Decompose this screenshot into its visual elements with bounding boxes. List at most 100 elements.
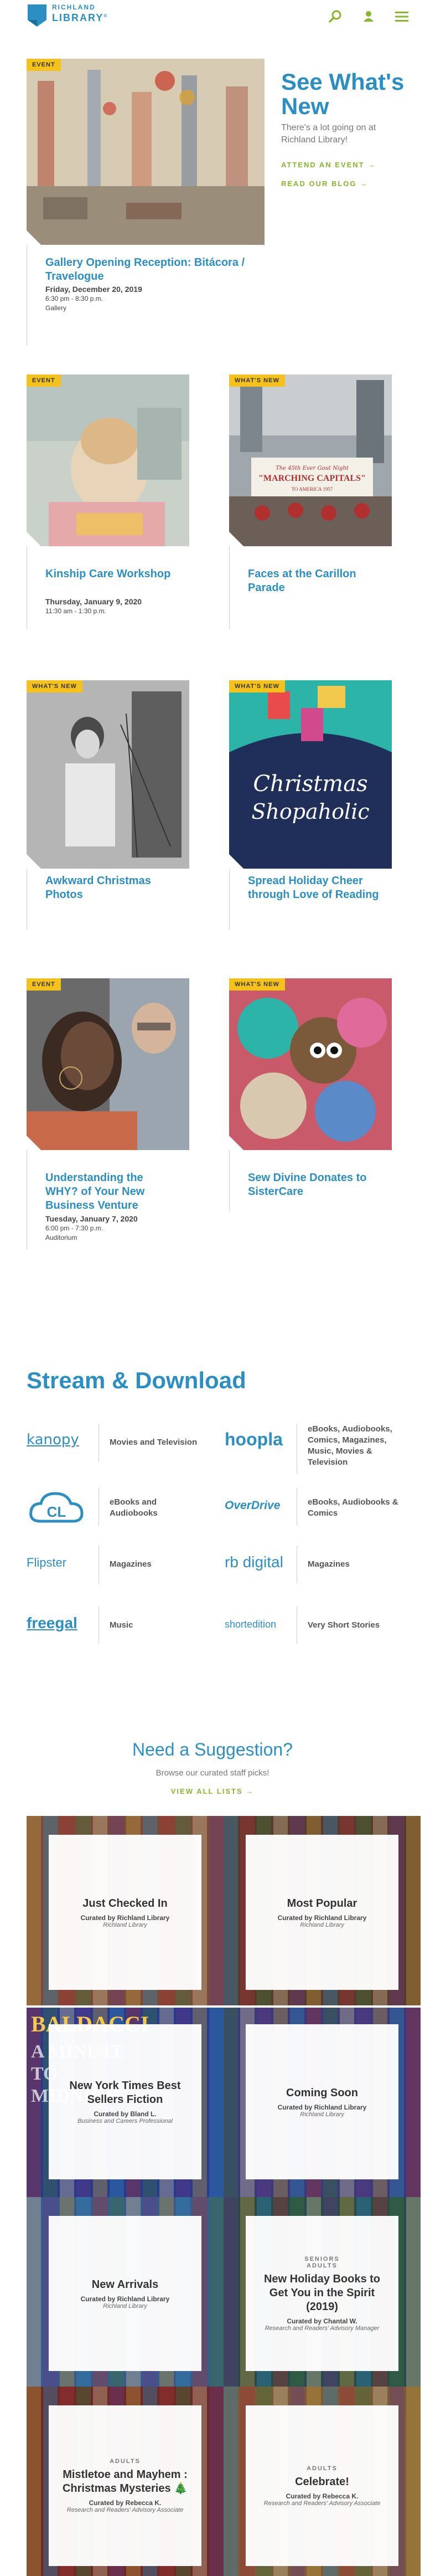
list-curator: Curated by Richland Library (80, 2295, 170, 2303)
logo-top-text: RICHLAND (52, 3, 96, 11)
card-notch (27, 532, 41, 546)
card-divider (229, 869, 230, 930)
list-info-card[interactable]: SENIORS ADULTS New Holiday Books to Get Yo… (246, 2216, 398, 2371)
staff-list-tile[interactable]: New Arrivals Curated by Richland Library R… (27, 2197, 224, 2387)
list-title[interactable]: New York Times Best Sellers Fiction (56, 2079, 194, 2107)
card-notch (229, 532, 243, 546)
section-subtitle-whats-new: There's a lot going on at Richland Libra… (281, 123, 376, 145)
card-location: Auditorium (45, 1234, 77, 1241)
list-info-card[interactable]: Coming Soon Curated by Richland Library Ri… (246, 2024, 398, 2179)
list-curator-role: Richland Library (300, 2111, 344, 2118)
flipster-logo[interactable]: Flipster (27, 1556, 66, 1570)
list-curator-role: Business and Careers Professional (77, 2118, 173, 2125)
card-date: Friday, December 20, 2019 (45, 285, 142, 294)
staff-list-tile[interactable]: ADULTS Mistletoe and Mayhem : Christmas M… (27, 2387, 224, 2576)
staff-list-tile[interactable]: SENIORS ADULTS New Holiday Books to Get Yo… (224, 2197, 421, 2387)
site-header: RICHLAND LIBRARY® (0, 0, 425, 35)
list-curator: Curated by Bland L. (94, 2110, 157, 2118)
parade-banner-line1: The 45th Ever Gout Night (276, 465, 349, 471)
card-divider (229, 1150, 230, 1211)
cloudlibrary-logo-text: CL (47, 1503, 66, 1520)
card-notch (229, 1136, 243, 1150)
view-all-lists-link[interactable]: VIEW ALL LISTS → (0, 1787, 425, 1795)
staff-list-tile[interactable]: Just Checked In Curated by Richland Libra… (27, 1816, 224, 2005)
card-image[interactable]: Christmas Shopaholic (229, 680, 392, 869)
shortedition-logo[interactable]: shortedition (225, 1619, 276, 1630)
list-title[interactable]: Celebrate! (253, 2475, 391, 2489)
search-icon[interactable] (328, 9, 343, 24)
card-badge: EVENT (27, 978, 61, 991)
card-title[interactable]: Kinship Care Workshop (45, 567, 178, 581)
staff-list-tile[interactable]: BALDACCIA MINUTE TO MIDNIGHTNew York Tim… (27, 2008, 224, 2197)
section-title-whats-new: See What's New (281, 69, 405, 119)
list-curator-role: Research and Readers' Advisory Manager (265, 2324, 380, 2332)
list-title[interactable]: Mistletoe and Mayhem : Christmas Mysteri… (56, 2468, 194, 2496)
service-desc: Magazines (308, 1559, 350, 1569)
list-category: ADULTS (110, 2458, 141, 2465)
card-date: Tuesday, January 7, 2020 (45, 1214, 138, 1223)
card-image[interactable] (27, 680, 189, 869)
list-info-card[interactable]: New Arrivals Curated by Richland Library R… (49, 2216, 201, 2371)
list-info-card[interactable]: ADULTS Celebrate! Curated by Rebecca K. Res… (246, 2405, 398, 2566)
list-title[interactable]: Coming Soon (253, 2086, 391, 2100)
hoopla-logo[interactable]: hoopla (225, 1429, 283, 1450)
card-title[interactable]: Awkward Christmas Photos (45, 874, 178, 902)
list-title[interactable]: New Holiday Books to Get You in the Spir… (253, 2272, 391, 2314)
service-desc: Music (110, 1620, 133, 1630)
kanopy-logo[interactable]: kanopy (27, 1431, 79, 1448)
list-curator-role: Richland Library (103, 1921, 147, 1928)
card-title[interactable]: Gallery Opening Reception: Bitácora / Tr… (45, 256, 256, 284)
section-title-stream: Stream & Download (27, 1367, 246, 1393)
card-meta: Tuesday, January 7, 2020 6:00 pm - 7:30 … (45, 1214, 138, 1243)
list-title[interactable]: Just Checked In (56, 1897, 194, 1911)
list-info-card[interactable]: New York Times Best Sellers Fiction Curat… (49, 2024, 201, 2179)
card-title[interactable]: Understanding the WHY? of Your New Busin… (45, 1171, 178, 1213)
card-image[interactable] (229, 978, 392, 1150)
list-info-card[interactable]: Most Popular Curated by Richland Library R… (246, 1835, 398, 1990)
list-info-card[interactable]: Just Checked In Curated by Richland Libra… (49, 1835, 201, 1990)
card-image[interactable] (27, 374, 189, 546)
list-curator: Curated by Richland Library (277, 2103, 367, 2111)
overdrive-logo[interactable]: OverDrive (225, 1499, 280, 1512)
library-logo-icon[interactable] (27, 3, 48, 28)
list-curator: Curated by Richland Library (80, 1913, 170, 1922)
card-time: 6:00 pm - 7:30 p.m. (45, 1224, 103, 1232)
library-logo-text[interactable]: RICHLAND LIBRARY® (52, 3, 108, 23)
staff-list-tile[interactable]: ADULTS Celebrate! Curated by Rebecca K. Res… (224, 2387, 421, 2576)
list-curator: Curated by Rebecca K. (286, 2492, 359, 2500)
card-image[interactable]: The 45th Ever Gout Night "MARCHING CAPIT… (229, 374, 392, 546)
card-image[interactable] (27, 59, 265, 245)
list-category: SENIORS (304, 2255, 340, 2262)
staff-list-tile[interactable]: Most Popular Curated by Richland Library R… (224, 1816, 421, 2005)
card-title[interactable]: Faces at the Carillon Parade (248, 567, 381, 595)
service-desc: eBooks, Audiobooks, Comics, Magazines, M… (308, 1424, 392, 1467)
attend-event-link[interactable]: ATTEND AN EVENT → (281, 161, 376, 169)
card-title[interactable]: Spread Holiday Cheer through Love of Rea… (248, 874, 381, 902)
parade-banner-line2: "MARCHING CAPITALS" (258, 474, 366, 483)
read-blog-link[interactable]: READ OUR BLOG → (281, 179, 368, 188)
cloudlibrary-logo-icon[interactable]: CL (27, 1487, 87, 1527)
list-curator-role: Richland Library (103, 2302, 147, 2310)
list-info-card[interactable]: ADULTS Mistletoe and Mayhem : Christmas M… (49, 2405, 201, 2566)
logo-bottom-text: LIBRARY® (52, 12, 108, 23)
list-title[interactable]: Most Popular (253, 1897, 391, 1911)
freegal-logo[interactable]: freegal (27, 1614, 77, 1632)
service-desc: eBooks, Audiobooks & Comics (308, 1497, 398, 1518)
section-title-suggestion: Need a Suggestion? (132, 1739, 293, 1759)
menu-icon[interactable] (394, 9, 410, 24)
list-title[interactable]: New Arrivals (56, 2278, 194, 2292)
service-desc: Very Short Stories (308, 1620, 380, 1630)
card-badge: WHAT'S NEW (229, 374, 285, 387)
rbdigital-logo[interactable]: rb digital (225, 1553, 283, 1571)
list-curator-role: Research and Readers' Advisory Associate (263, 2500, 381, 2507)
staff-list-tile[interactable]: Coming Soon Curated by Richland Library Ri… (224, 2008, 421, 2197)
card-notch (27, 1136, 41, 1150)
user-icon[interactable] (361, 9, 376, 24)
card-time: 11:30 am - 1:30 p.m. (45, 607, 106, 615)
card-image[interactable] (27, 978, 189, 1150)
card-badge: EVENT (27, 59, 61, 71)
list-category: ADULTS (307, 2465, 338, 2472)
service-desc: Magazines (110, 1559, 152, 1569)
card-badge: EVENT (27, 374, 61, 387)
card-title[interactable]: Sew Divine Donates to SisterCare (248, 1171, 381, 1199)
